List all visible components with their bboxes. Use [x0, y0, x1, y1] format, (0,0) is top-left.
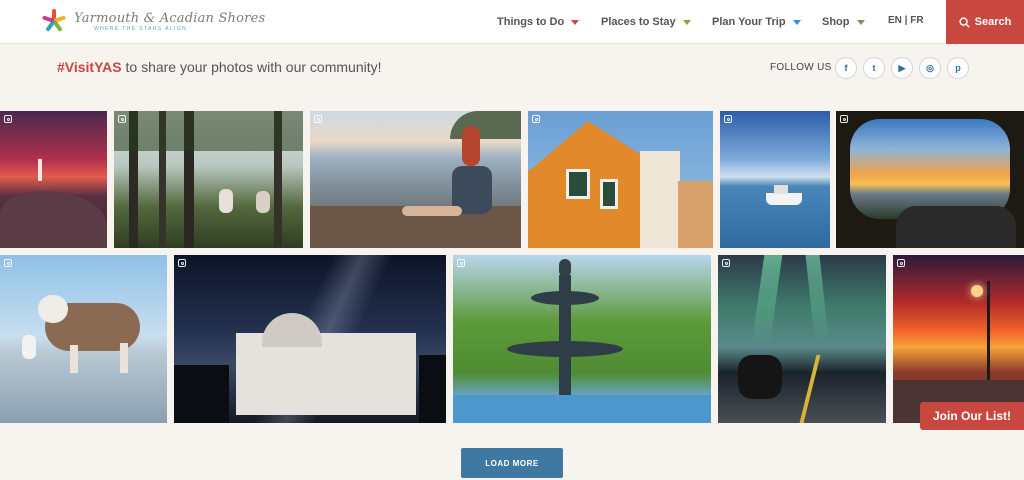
photo-tile-beach-woman[interactable]: [310, 111, 521, 248]
instagram-icon: [897, 259, 905, 267]
nav-plan-your-trip[interactable]: Plan Your Trip: [712, 0, 801, 44]
instagram-icon: [178, 259, 186, 267]
load-more-button[interactable]: LOAD MORE: [461, 448, 563, 478]
share-message: #VisitYAS to share your photos with our …: [57, 59, 382, 75]
photo-tile-forest-picnic[interactable]: [114, 111, 303, 248]
search-button[interactable]: Search: [946, 0, 1024, 44]
nav-label: Shop: [822, 16, 850, 28]
hashtag[interactable]: #VisitYAS: [57, 59, 122, 75]
pinterest-icon[interactable]: p: [947, 57, 969, 79]
youtube-icon[interactable]: ▶: [891, 57, 913, 79]
share-text: to share your photos with our community!: [121, 59, 382, 75]
photo-tile-fountain[interactable]: [453, 255, 711, 423]
instagram-icon: [532, 115, 540, 123]
facebook-icon[interactable]: f: [835, 57, 857, 79]
instagram-icon: [4, 115, 12, 123]
instagram-icon: [457, 259, 465, 267]
search-icon: [959, 16, 970, 28]
photo-tile-dog[interactable]: [0, 255, 167, 423]
language-switcher[interactable]: EN | FR: [888, 15, 924, 26]
nav-label: Things to Do: [497, 16, 565, 28]
instagram-icon: [4, 259, 12, 267]
photo-tile-orange-house[interactable]: [528, 111, 713, 248]
photo-tile-observatory[interactable]: [174, 255, 446, 423]
instagram-icon: [724, 115, 732, 123]
nav-label: Places to Stay: [601, 16, 676, 28]
star-logo-icon: [40, 7, 68, 35]
instagram-icon: [118, 115, 126, 123]
chevron-down-icon: [856, 19, 865, 25]
instagram-icon[interactable]: ◎: [919, 57, 941, 79]
photo-tile-lighthouse[interactable]: [0, 111, 107, 248]
photo-tile-northern-lights[interactable]: [718, 255, 886, 423]
logo-title: Yarmouth & Acadian Shores: [74, 10, 266, 26]
photo-tile-street-lamp[interactable]: [893, 255, 1024, 423]
search-label: Search: [974, 16, 1012, 28]
nav-places-to-stay[interactable]: Places to Stay: [601, 0, 691, 44]
site-logo[interactable]: Yarmouth & Acadian Shores WHERE THE STAR…: [40, 7, 265, 35]
photo-tile-boat[interactable]: [720, 111, 830, 248]
chevron-down-icon: [571, 19, 580, 25]
photo-tile-sunset-car[interactable]: [836, 111, 1024, 248]
instagram-icon: [314, 115, 322, 123]
join-our-list-button[interactable]: Join Our List!: [920, 402, 1024, 430]
nav-things-to-do[interactable]: Things to Do: [497, 0, 580, 44]
nav-shop[interactable]: Shop: [822, 0, 865, 44]
instagram-icon: [722, 259, 730, 267]
chevron-down-icon: [792, 19, 801, 25]
instagram-icon: [840, 115, 848, 123]
logo-tagline: WHERE THE STARS ALIGN: [94, 25, 188, 32]
chevron-down-icon: [682, 19, 691, 25]
nav-label: Plan Your Trip: [712, 16, 786, 28]
follow-us-label: FOLLOW US: [770, 62, 832, 73]
site-header: Yarmouth & Acadian Shores WHERE THE STAR…: [0, 0, 1024, 44]
twitter-icon[interactable]: t: [863, 57, 885, 79]
